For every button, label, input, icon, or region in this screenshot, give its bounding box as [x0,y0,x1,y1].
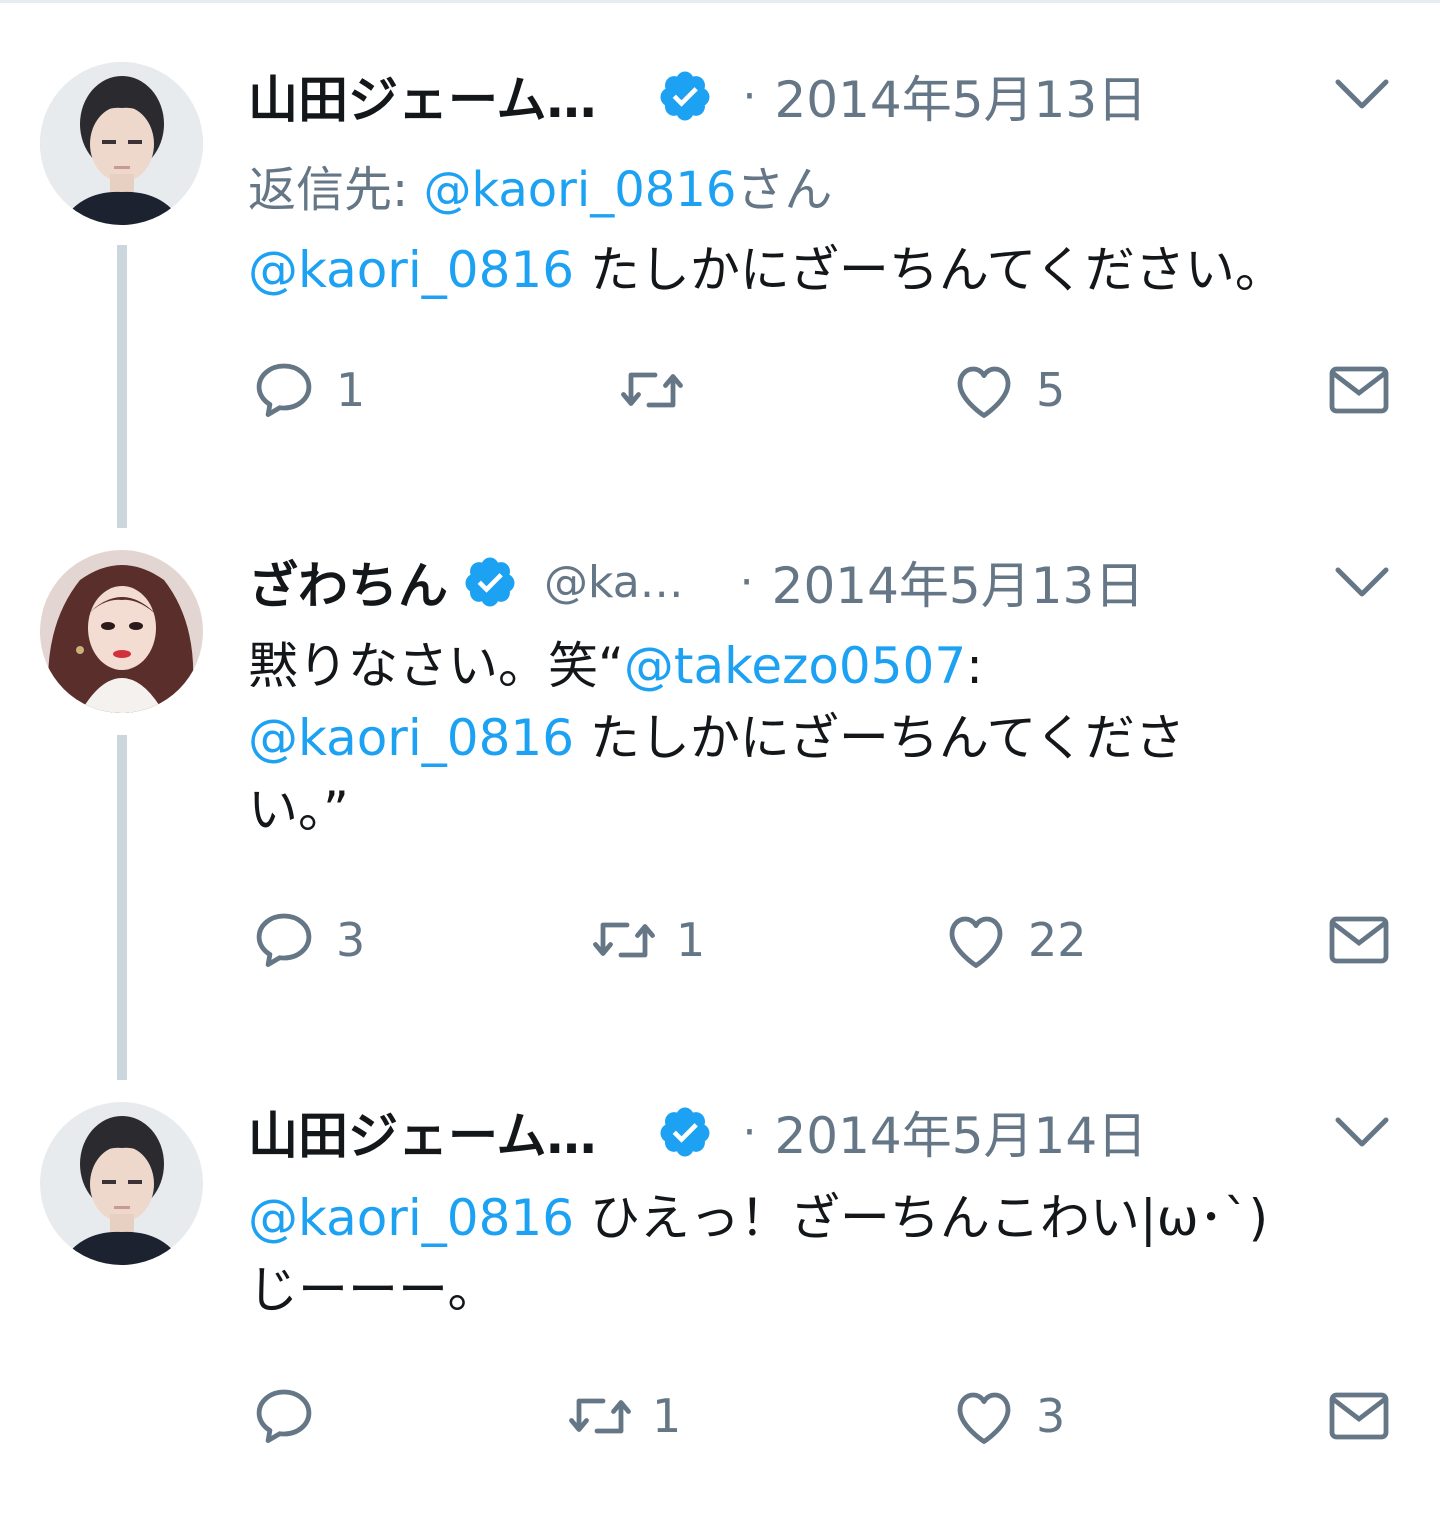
tweet-text-body: ひえっ！ざーちんこわい|ω･`) [574,1189,1269,1247]
reply-to-suffix: さん [736,162,833,218]
reply-button[interactable]: 3 [248,900,365,980]
separator-dot: · [742,70,757,122]
tweet-text-body: : [966,637,984,695]
heart-icon [957,366,1011,418]
tweet-header: 山田ジェーム… · 2014年5月13日 [248,56,1147,136]
heart-icon [949,916,1003,968]
chevron-down-icon[interactable] [1334,74,1390,114]
tweet-header: ざわちん @ka… · 2014年5月13日 [248,542,1144,622]
retweet-count: 1 [652,1389,682,1443]
display-name[interactable]: 山田ジェーム… [248,1096,597,1168]
reply-icon [256,913,312,967]
avatar[interactable] [40,1102,203,1265]
like-count: 5 [1036,363,1066,417]
tweet[interactable]: ざわちん @ka… · 2014年5月13日 黙りなさい。笑“@takezo05… [0,530,1440,1080]
tweet-actions: 1 5 [248,350,1398,430]
tweet-text-line: い。” [248,774,1408,846]
tweet-text-line: じーーー。 [248,1254,1408,1326]
reply-button[interactable]: 1 [248,350,365,430]
retweet-icon [621,372,683,408]
retweet-button[interactable]: 1 [588,900,705,980]
tweet-actions: 1 3 [248,1376,1398,1456]
chevron-down-icon[interactable] [1334,1112,1390,1152]
like-count: 22 [1028,913,1087,967]
like-button[interactable]: 5 [948,350,1065,430]
reply-count: 3 [336,913,366,967]
tweet-text: 黙りなさい。笑“@takezo0507: @kaori_0816 たしかにざーち… [248,630,1408,846]
separator-dot: · [739,556,754,608]
mail-icon [1329,1392,1389,1440]
like-button[interactable]: 22 [940,900,1087,980]
mail-icon [1329,916,1389,964]
tweet-text: @kaori_0816 たしかにざーちんてください。 [248,234,1408,306]
avatar[interactable] [40,550,203,713]
tweet-text-body: たしかにざーちんてください。 [574,241,1285,299]
mention-link[interactable]: @kaori_0816 [248,1189,574,1247]
tweet-text-body: じーーー。 [248,1261,498,1319]
tweet-date[interactable]: 2014年5月13日 [772,546,1145,618]
tweet[interactable]: 山田ジェーム… · 2014年5月13日 返信先: @kaori_0816さん … [0,0,1440,530]
like-count: 3 [1036,1389,1066,1443]
retweet-icon [569,1398,631,1434]
tweet-header: 山田ジェーム… · 2014年5月14日 [248,1092,1147,1172]
reply-to: 返信先: @kaori_0816さん [248,150,832,220]
display-name[interactable]: 山田ジェーム… [248,60,597,132]
mail-icon [1329,366,1389,414]
tweet-text-body: 黙りなさい。笑“ [248,637,624,695]
reply-icon [256,1389,312,1443]
reply-to-handle[interactable]: @kaori_0816 [423,162,736,218]
mention-link[interactable]: @takezo0507 [624,637,966,695]
tweet-text-body: たしかにざーちんてくださ [574,709,1185,767]
tweet-date[interactable]: 2014年5月14日 [775,1096,1148,1168]
separator-dot: · [742,1106,757,1158]
tweet-text-body: い。” [248,781,349,839]
user-handle[interactable]: @ka… [544,557,684,608]
retweet-button[interactable]: 1 [564,1376,681,1456]
reply-to-prefix: 返信先: [248,162,424,218]
tweet-text-line: 黙りなさい。笑“@takezo0507: [248,630,1408,702]
avatar[interactable] [40,62,203,225]
verified-badge-icon [462,554,518,610]
display-name[interactable]: ざわちん [248,546,448,618]
tweet-actions: 3 1 22 [248,900,1398,980]
tweet-text-line: @kaori_0816 たしかにざーちんてくださ [248,702,1408,774]
mention-link[interactable]: @kaori_0816 [248,709,574,767]
tweet-text-line: @kaori_0816 ひえっ！ざーちんこわい|ω･`) [248,1182,1408,1254]
retweet-button[interactable] [616,350,704,430]
dm-button[interactable] [1323,1376,1395,1456]
tweet-text: @kaori_0816 ひえっ！ざーちんこわい|ω･`) じーーー。 [248,1182,1408,1326]
chevron-down-icon[interactable] [1334,562,1390,602]
retweet-icon [593,922,655,958]
dm-button[interactable] [1323,350,1395,430]
reply-count: 1 [336,363,366,417]
tweet[interactable]: 山田ジェーム… · 2014年5月14日 @kaori_0816 ひえっ！ざーち… [0,1080,1440,1519]
tweet-date[interactable]: 2014年5月13日 [775,60,1148,132]
retweet-count: 1 [676,913,706,967]
reply-icon [256,363,312,417]
heart-icon [957,1392,1011,1444]
dm-button[interactable] [1323,900,1395,980]
reply-button[interactable] [248,1376,336,1456]
verified-badge-icon [657,68,713,124]
mention-link[interactable]: @kaori_0816 [248,241,574,299]
like-button[interactable]: 3 [948,1376,1065,1456]
verified-badge-icon [657,1104,713,1160]
